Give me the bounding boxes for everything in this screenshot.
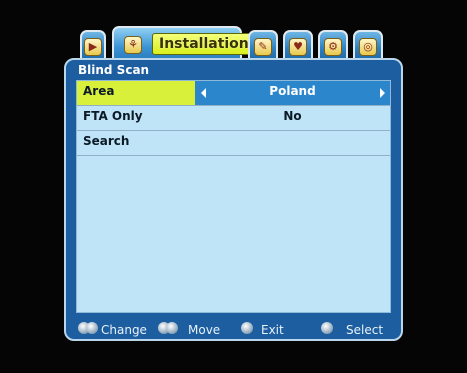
tab-system[interactable]: ◎ <box>353 30 383 60</box>
tab-installation[interactable]: ⚘ Installation <box>112 26 272 60</box>
tools-icon: ✎ <box>254 38 272 56</box>
left-right-key-icon-2 <box>86 322 98 334</box>
exit-key-icon <box>241 322 253 334</box>
hint-select: Select <box>346 323 384 337</box>
row-fta-only[interactable]: FTA Only No <box>77 106 390 131</box>
tab-tools[interactable]: ✎ <box>248 30 278 60</box>
footer-hints: Change Move Exit Select <box>64 316 403 342</box>
settings-list: Area Poland FTA Only No Search <box>76 80 391 313</box>
media-icon: ▶ <box>84 38 102 56</box>
tab-media[interactable]: ▶ <box>80 30 106 60</box>
hint-move: Move <box>188 323 221 337</box>
right-arrow-icon[interactable] <box>380 88 385 98</box>
hint-exit: Exit <box>261 323 284 337</box>
screen-title: Blind Scan <box>78 63 150 77</box>
up-down-key-icon-2 <box>166 322 178 334</box>
select-key-icon <box>321 322 333 334</box>
row-search-label: Search <box>83 134 130 148</box>
row-search[interactable]: Search <box>77 131 390 156</box>
gear-icon: ⚙ <box>324 38 342 56</box>
row-area[interactable]: Area Poland <box>77 81 390 106</box>
row-area-value: Poland <box>269 84 316 98</box>
globe-icon: ◎ <box>359 38 377 56</box>
row-area-label: Area <box>83 84 115 98</box>
row-fta-only-label: FTA Only <box>83 109 143 123</box>
hint-change: Change <box>101 323 147 337</box>
heart-icon: ♥ <box>289 38 307 56</box>
tab-favorites[interactable]: ♥ <box>283 30 313 60</box>
satellite-dish-icon: ⚘ <box>124 36 142 54</box>
row-fta-only-value: No <box>283 109 302 123</box>
tab-settings[interactable]: ⚙ <box>318 30 348 60</box>
screen: ▶ ⚘ Installation ✎ ♥ ⚙ ◎ Blind Scan Area… <box>0 0 467 373</box>
